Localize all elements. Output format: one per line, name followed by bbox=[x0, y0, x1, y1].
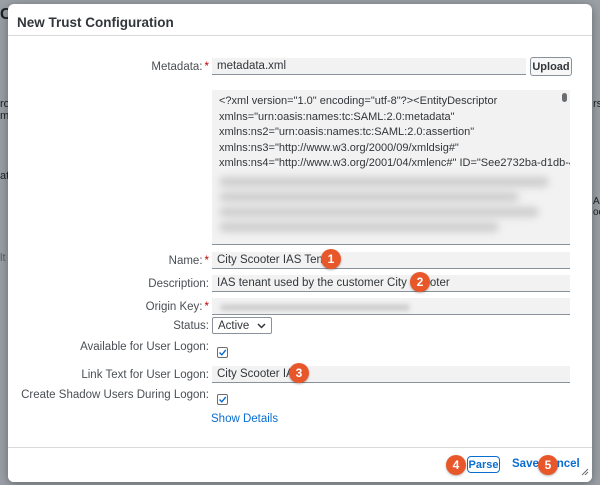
xml-line: xmlns="urn:oasis:names:tc:SAML:2.0:metad… bbox=[219, 110, 455, 123]
metadata-label-text: Metadata: bbox=[151, 61, 203, 73]
status-label: Status: bbox=[173, 320, 209, 332]
blurred-content bbox=[219, 191, 519, 202]
shadow-users-label: Create Shadow Users During Logon: bbox=[21, 389, 209, 401]
background-fragment: rs bbox=[593, 98, 600, 110]
metadata-label: Metadata: * bbox=[151, 61, 209, 73]
parse-button[interactable]: Parse bbox=[467, 456, 500, 473]
status-value: Active bbox=[218, 319, 250, 332]
metadata-xml-textarea[interactable]: <?xml version="1.0" encoding="utf-8"?><E… bbox=[212, 90, 570, 245]
new-trust-configuration-dialog: New Trust Configuration Metadata: * metad… bbox=[8, 4, 592, 482]
xml-line: <?xml version="1.0" encoding="utf-8"?><E… bbox=[219, 95, 498, 107]
link-text-label: Link Text for User Logon: bbox=[81, 369, 209, 381]
status-select[interactable]: Active bbox=[212, 317, 272, 334]
name-label: Name: * bbox=[169, 255, 209, 267]
annotation-badge-2: 2 bbox=[410, 272, 430, 292]
xml-line: xmlns:ns3="http://www.w3.org/2000/09/xml… bbox=[219, 141, 459, 154]
background-fragment: AP bbox=[593, 196, 600, 207]
link-text-field[interactable]: City Scooter IAS bbox=[212, 366, 570, 383]
shadow-users-checkbox[interactable] bbox=[217, 394, 228, 405]
metadata-file-field[interactable]: metadata.xml bbox=[212, 58, 526, 75]
origin-key-field[interactable] bbox=[212, 298, 570, 315]
xml-scrollbar[interactable] bbox=[562, 93, 567, 102]
annotation-badge-5: 5 bbox=[538, 455, 558, 475]
upload-button[interactable]: Upload bbox=[530, 57, 572, 76]
save-button[interactable]: Save bbox=[512, 458, 539, 470]
checkmark-icon bbox=[219, 396, 227, 403]
dialog-footer: Parse Save Cancel bbox=[8, 447, 592, 482]
resize-handle-icon[interactable] bbox=[581, 465, 589, 479]
required-marker: * bbox=[204, 301, 209, 313]
description-label: Description: bbox=[148, 278, 209, 290]
available-for-logon-label: Available for User Logon: bbox=[80, 341, 209, 353]
annotation-badge-1: 1 bbox=[321, 249, 341, 269]
background-fragment: oo bbox=[593, 207, 600, 218]
blurred-content bbox=[219, 176, 549, 187]
blurred-content bbox=[219, 206, 539, 217]
blurred-content bbox=[220, 304, 410, 311]
background-fragment: lt bbox=[0, 252, 6, 264]
dialog-title: New Trust Configuration bbox=[8, 4, 592, 36]
annotation-badge-3: 3 bbox=[289, 363, 309, 383]
checkmark-icon bbox=[219, 349, 227, 356]
name-label-text: Name: bbox=[168, 255, 203, 267]
blurred-content bbox=[219, 221, 499, 232]
xml-line: xmlns:ns4="http://www.w3.org/2001/04/xml… bbox=[219, 157, 570, 169]
annotation-badge-4: 4 bbox=[446, 455, 466, 475]
chevron-down-icon bbox=[257, 320, 266, 332]
xml-line: xmlns:ns2="urn:oasis:names:tc:SAML:2.0:a… bbox=[219, 126, 475, 138]
description-field[interactable]: IAS tenant used by the customer City Sco… bbox=[212, 275, 570, 292]
required-marker: * bbox=[204, 255, 209, 267]
show-details-link[interactable]: Show Details bbox=[211, 413, 278, 425]
origin-key-label: Origin Key: * bbox=[146, 301, 209, 313]
available-for-logon-checkbox[interactable] bbox=[217, 347, 228, 358]
required-marker: * bbox=[204, 61, 209, 73]
origin-key-label-text: Origin Key: bbox=[145, 301, 203, 313]
name-field[interactable]: City Scooter IAS Tenant bbox=[212, 252, 570, 269]
